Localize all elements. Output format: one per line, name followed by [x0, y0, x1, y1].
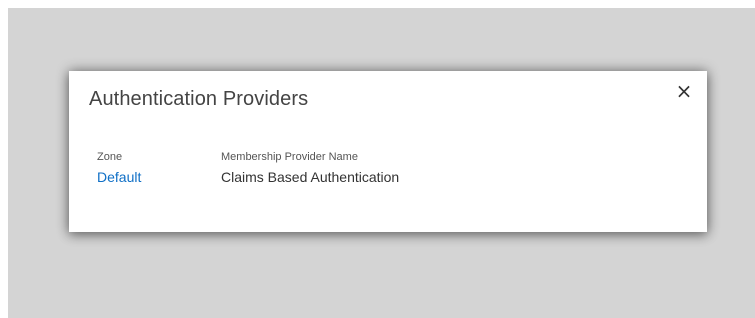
column-header-membership-provider-name: Membership Provider Name — [221, 151, 358, 163]
table-row: Default Claims Based Authentication — [97, 169, 399, 189]
column-header-zone: Zone — [97, 151, 123, 163]
zone-cell: Default — [97, 169, 221, 189]
dialog-title: Authentication Providers — [89, 88, 309, 110]
close-icon[interactable]: × — [675, 81, 693, 101]
authentication-providers-dialog: Authentication Providers × Zone Membersh… — [69, 71, 707, 232]
zone-link-default[interactable]: Default — [97, 169, 141, 185]
provider-name-cell: Claims Based Authentication — [221, 169, 400, 185]
providers-table: Zone Membership Provider Name Default Cl… — [97, 151, 399, 189]
table-header-row: Zone Membership Provider Name — [97, 151, 399, 169]
